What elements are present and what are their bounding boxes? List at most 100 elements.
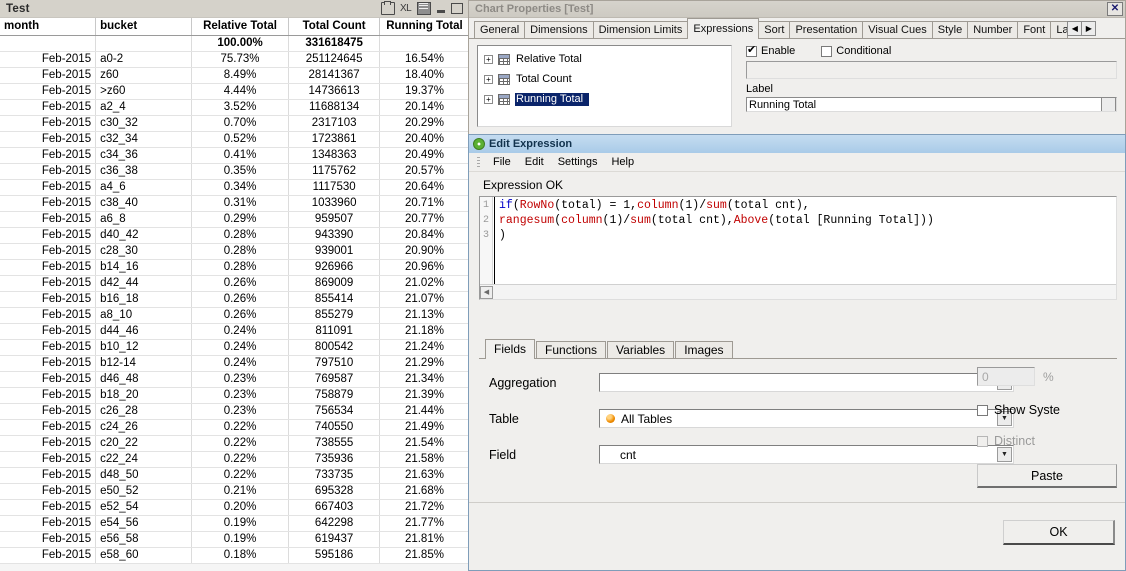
- table-row[interactable]: Feb-2015 z60 8.49% 28141367 18.40%: [0, 67, 469, 84]
- table-row[interactable]: Feb-2015 b18_20 0.23% 758879 21.39%: [0, 387, 469, 404]
- cell-running-total[interactable]: 21.81%: [379, 531, 469, 548]
- cell-total-count[interactable]: 869009: [288, 275, 380, 292]
- cell-total-count[interactable]: 11688134: [288, 99, 380, 116]
- table-row[interactable]: Feb-2015 a0-2 75.73% 251124645 16.54%: [0, 51, 469, 68]
- conditional-checkbox[interactable]: Conditional: [821, 45, 917, 57]
- cell-month[interactable]: Feb-2015: [0, 371, 97, 388]
- table-row[interactable]: Feb-2015 d46_48 0.23% 769587 21.34%: [0, 371, 469, 388]
- cell-relative-total[interactable]: 0.24%: [191, 323, 290, 340]
- expand-icon[interactable]: +: [484, 54, 493, 64]
- cell-month[interactable]: Feb-2015: [0, 355, 97, 372]
- cell-running-total[interactable]: 21.63%: [379, 467, 469, 484]
- cell-relative-total[interactable]: 0.23%: [191, 403, 290, 420]
- cell-relative-total[interactable]: 8.49%: [191, 67, 290, 84]
- cell-relative-total[interactable]: 0.20%: [191, 499, 290, 516]
- cell-month[interactable]: Feb-2015: [0, 339, 97, 356]
- table-row[interactable]: Feb-2015 c26_28 0.23% 756534 21.44%: [0, 403, 469, 420]
- cell-bucket[interactable]: e58_60: [95, 547, 192, 564]
- maximize-icon[interactable]: [451, 3, 463, 14]
- column-header-running-total[interactable]: Running Total: [379, 18, 469, 36]
- table-row[interactable]: Feb-2015 e50_52 0.21% 695328 21.68%: [0, 483, 469, 500]
- cell-running-total[interactable]: 21.34%: [379, 371, 469, 388]
- cell-bucket[interactable]: e50_52: [95, 483, 192, 500]
- table-row[interactable]: Feb-2015 a2_4 3.52% 11688134 20.14%: [0, 99, 469, 116]
- tab-style[interactable]: Style: [931, 21, 969, 38]
- table-row[interactable]: Feb-2015 e56_58 0.19% 619437 21.81%: [0, 531, 469, 548]
- expression-editor-body[interactable]: 123 if(RowNo(total) = 1,column(1)/sum(to…: [480, 197, 1116, 284]
- cell-total-count[interactable]: 695328: [288, 483, 380, 500]
- cell-total-count[interactable]: 740550: [288, 419, 380, 436]
- cell-bucket[interactable]: a8_10: [95, 307, 192, 324]
- tab-presentation[interactable]: Presentation: [789, 21, 864, 38]
- cell-month[interactable]: Feb-2015: [0, 147, 97, 164]
- column-header-total-count[interactable]: Total Count: [288, 18, 380, 36]
- table-row[interactable]: Feb-2015 c32_34 0.52% 1723861 20.40%: [0, 131, 469, 148]
- tab-images[interactable]: Images: [675, 341, 733, 358]
- table-row[interactable]: Feb-2015 a8_10 0.26% 855279 21.13%: [0, 307, 469, 324]
- cell-total-count[interactable]: 619437: [288, 531, 380, 548]
- cell-relative-total[interactable]: 0.28%: [191, 259, 290, 276]
- scroll-left-icon[interactable]: ◀: [480, 285, 493, 299]
- cell-running-total[interactable]: 21.18%: [379, 323, 469, 340]
- cell-month[interactable]: Feb-2015: [0, 403, 97, 420]
- table-row[interactable]: Feb-2015 c38_40 0.31% 1033960 20.71%: [0, 195, 469, 212]
- tab-functions[interactable]: Functions: [536, 341, 607, 358]
- aggregation-select[interactable]: ▼: [599, 373, 1014, 392]
- show-system-checkbox-box[interactable]: [977, 404, 988, 416]
- table-row[interactable]: Feb-2015 a4_6 0.34% 1117530 20.64%: [0, 179, 469, 196]
- cell-relative-total[interactable]: 0.24%: [191, 339, 290, 356]
- cell-relative-total[interactable]: 0.23%: [191, 371, 290, 388]
- cell-relative-total[interactable]: 0.28%: [191, 243, 290, 260]
- cell-total-count[interactable]: 14736613: [288, 83, 380, 100]
- cell-bucket[interactable]: d40_42: [95, 227, 192, 244]
- cell-bucket[interactable]: d46_48: [95, 371, 192, 388]
- cell-running-total[interactable]: 21.24%: [379, 339, 469, 356]
- enable-checkbox-box[interactable]: [746, 44, 757, 57]
- cell-relative-total[interactable]: 0.19%: [191, 531, 290, 548]
- minimize-icon[interactable]: [436, 3, 446, 14]
- table-row[interactable]: Feb-2015 c28_30 0.28% 939001 20.90%: [0, 243, 469, 260]
- cell-bucket[interactable]: c28_30: [95, 243, 192, 260]
- cell-bucket[interactable]: [95, 35, 192, 52]
- cell-running-total[interactable]: 21.44%: [379, 403, 469, 420]
- menu-edit[interactable]: Edit: [518, 155, 551, 169]
- cell-running-total[interactable]: 20.40%: [379, 131, 469, 148]
- table-row[interactable]: Feb-2015 c22_24 0.22% 735936 21.58%: [0, 451, 469, 468]
- column-header-month[interactable]: month: [0, 18, 97, 36]
- test-window-titlebar[interactable]: Test XL: [0, 0, 469, 18]
- cell-total-count[interactable]: 2317103: [288, 115, 380, 132]
- export-excel-icon[interactable]: XL: [400, 3, 412, 14]
- tab-fields[interactable]: Fields: [485, 339, 536, 359]
- cell-relative-total[interactable]: 0.52%: [191, 131, 290, 148]
- cell-month[interactable]: Feb-2015: [0, 499, 97, 516]
- cell-relative-total[interactable]: 0.26%: [191, 275, 290, 292]
- cell-month[interactable]: Feb-2015: [0, 419, 97, 436]
- cell-bucket[interactable]: d42_44: [95, 275, 192, 292]
- cell-total-count[interactable]: 733735: [288, 467, 380, 484]
- cell-running-total[interactable]: 21.39%: [379, 387, 469, 404]
- cell-bucket[interactable]: e52_54: [95, 499, 192, 516]
- tab-font[interactable]: Font: [1017, 21, 1052, 38]
- expression-code[interactable]: if(RowNo(total) = 1,column(1)/sum(total …: [494, 197, 1116, 284]
- chart-properties-titlebar[interactable]: Chart Properties [Test] ✕: [469, 1, 1125, 18]
- cell-month[interactable]: Feb-2015: [0, 291, 97, 308]
- cell-relative-total[interactable]: 0.35%: [191, 163, 290, 180]
- cell-total-count[interactable]: 855414: [288, 291, 380, 308]
- expression-label-input[interactable]: Running Total: [746, 97, 1117, 112]
- edit-expression-titlebar[interactable]: Edit Expression: [469, 135, 1125, 153]
- cell-running-total[interactable]: 20.57%: [379, 163, 469, 180]
- cell-month[interactable]: Feb-2015: [0, 115, 97, 132]
- table-row[interactable]: Feb-2015 d40_42 0.28% 943390 20.84%: [0, 227, 469, 244]
- menu-settings[interactable]: Settings: [551, 155, 605, 169]
- cell-month[interactable]: Feb-2015: [0, 179, 97, 196]
- conditional-checkbox-box[interactable]: [821, 45, 833, 57]
- cell-relative-total[interactable]: 0.22%: [191, 467, 290, 484]
- cell-month[interactable]: Feb-2015: [0, 483, 97, 500]
- cell-relative-total[interactable]: 0.22%: [191, 435, 290, 452]
- cell-month[interactable]: Feb-2015: [0, 99, 97, 116]
- cell-bucket[interactable]: c36_38: [95, 163, 192, 180]
- show-system-checkbox[interactable]: Show Syste: [977, 403, 1125, 417]
- cell-relative-total[interactable]: 0.23%: [191, 387, 290, 404]
- cell-bucket[interactable]: e54_56: [95, 515, 192, 532]
- cell-running-total[interactable]: 20.96%: [379, 259, 469, 276]
